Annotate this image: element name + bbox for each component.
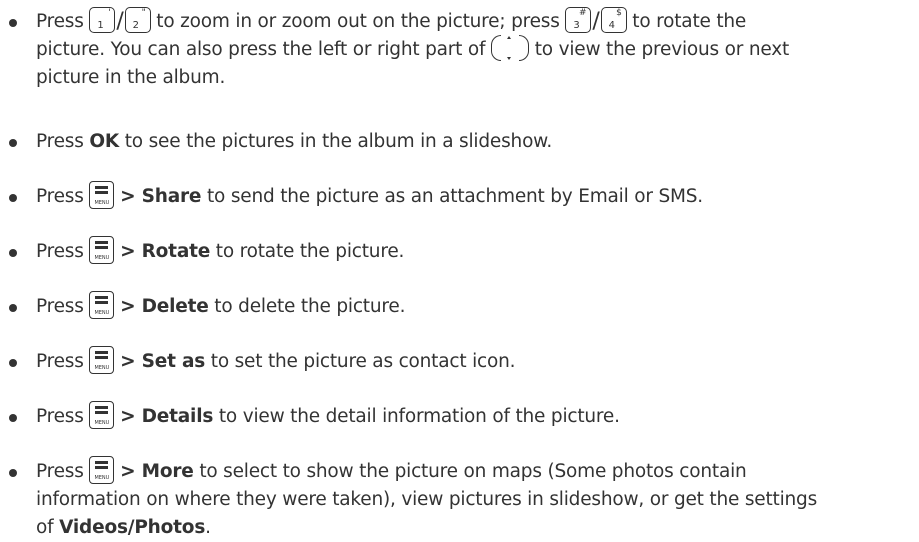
rotate-text: to rotate the [632, 11, 747, 32]
details-label: > Details [120, 406, 214, 427]
album-text: picture in the album. [36, 67, 226, 88]
key-3-icon: #3 [565, 7, 592, 33]
press-text: Press [36, 351, 84, 372]
menu-key-icon: MENU [89, 401, 115, 429]
nav-text-end: to view the previous or next [534, 39, 790, 60]
item-description: to see the pictures in the album in a sl… [124, 131, 553, 152]
item-description: to rotate the picture. [215, 241, 405, 262]
key-1-icon: ' 1 [89, 7, 116, 33]
bullet-icon [9, 194, 17, 202]
press-text: Press [36, 241, 84, 262]
key-4-icon: $4 [600, 7, 627, 33]
bullet-icon [9, 414, 17, 422]
press-text: Press [36, 406, 84, 427]
item-description: to set the picture as contact icon. [210, 351, 516, 372]
key-2-icon: " 2 [124, 7, 151, 33]
item-description: to view the detail information of the pi… [218, 406, 620, 427]
press-text: Press [36, 461, 84, 482]
item-description: to send the picture as an attachment by … [206, 186, 703, 207]
item-description-line2: information on where they were taken), v… [36, 489, 818, 510]
menu-key-icon: MENU [89, 346, 115, 374]
bullet-icon [9, 19, 17, 27]
item-description-line3: of [36, 517, 54, 538]
more-label: > More [120, 461, 194, 482]
menu-key-icon: MENU [89, 291, 115, 319]
share-label: > Share [120, 186, 202, 207]
menu-key-icon: MENU [89, 236, 115, 264]
bullet-icon [9, 249, 17, 257]
item-description: to delete the picture. [214, 296, 406, 317]
item-description: to select to show the picture on maps (S… [199, 461, 747, 482]
delete-label: > Delete [120, 296, 209, 317]
bullet-icon [9, 469, 17, 477]
bullet-icon [9, 139, 17, 147]
bullet-icon [9, 304, 17, 312]
press-text: Press [36, 296, 84, 317]
rotate-label: > Rotate [120, 241, 211, 262]
zoom-text: to zoom in or zoom out on the picture; p… [156, 11, 560, 32]
press-text: Press [36, 186, 84, 207]
ok-label: OK [89, 131, 120, 152]
period-text: . [205, 517, 211, 538]
press-text: Press [36, 131, 84, 152]
menu-key-icon: MENU [89, 181, 115, 209]
bullet-icon [9, 359, 17, 367]
menu-key-icon: MENU [89, 456, 115, 484]
navigation-key-icon [491, 35, 530, 61]
press-text: Press [36, 11, 84, 32]
videos-photos-label: Videos/Photos [59, 517, 206, 538]
set-as-label: > Set as [120, 351, 206, 372]
nav-text: picture. You can also press the left or … [36, 39, 486, 60]
